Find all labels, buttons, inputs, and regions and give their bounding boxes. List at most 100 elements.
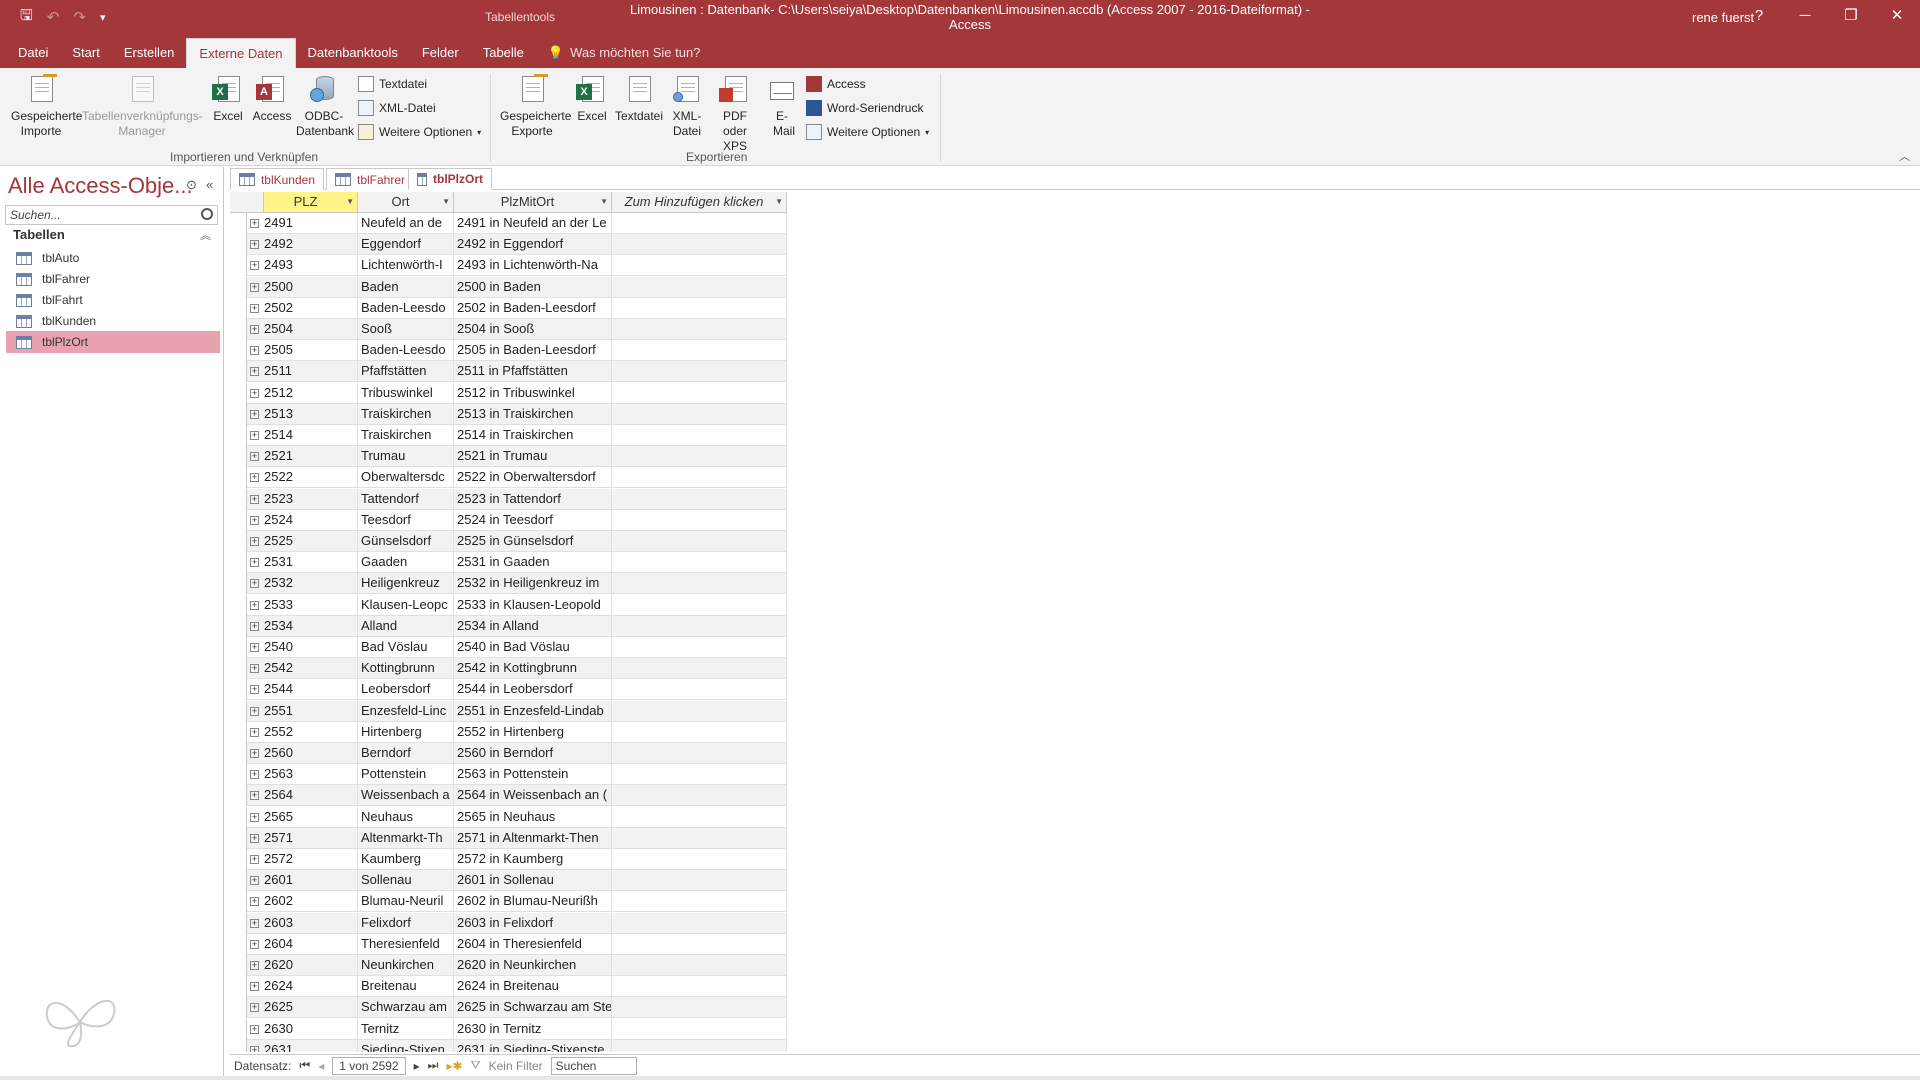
cell-add-field[interactable] — [612, 234, 787, 256]
cell-plzmitort[interactable]: 2504 in Sooß — [454, 319, 612, 340]
cell-ort[interactable]: Pfaffstätten — [358, 361, 454, 383]
cell-plz[interactable]: 2492 — [264, 234, 358, 256]
cell-plzmitort[interactable]: 2604 in Theresienfeld — [454, 933, 612, 955]
cell-plzmitort[interactable]: 2491 in Neufeld an der Le — [454, 213, 612, 234]
next-record-icon[interactable]: ▸ — [414, 1059, 420, 1073]
record-selector[interactable] — [230, 531, 247, 552]
cell-plzmitort[interactable]: 2505 in Baden-Leesdorf — [454, 340, 612, 362]
nav-pane-title[interactable]: Alle Access-Obje... — [8, 173, 193, 199]
cell-ort[interactable]: Neunkirchen — [358, 955, 454, 976]
cell-plzmitort[interactable]: 2560 in Berndorf — [454, 743, 612, 764]
cell-add-field[interactable] — [612, 594, 787, 616]
record-selector[interactable] — [230, 403, 247, 425]
cell-add-field[interactable] — [612, 721, 787, 743]
expand-subdatasheet-icon[interactable]: + — [250, 621, 259, 631]
cell-add-field[interactable] — [612, 213, 787, 234]
cell-plz[interactable]: 2521 — [264, 446, 358, 468]
cell-add-field[interactable] — [612, 870, 787, 892]
cell-plzmitort[interactable]: 2631 in Sieding-Stixenste — [454, 1039, 612, 1052]
expand-subdatasheet-icon[interactable]: + — [250, 939, 259, 949]
cell-plzmitort[interactable]: 2521 in Trumau — [454, 446, 612, 468]
record-selector[interactable] — [230, 743, 247, 764]
table-row[interactable]: +2524 Teesdorf 2524 in Teesdorf — [230, 509, 787, 531]
cell-plzmitort[interactable]: 2603 in Felixdorf — [454, 912, 612, 934]
cell-plz[interactable]: 2502 — [264, 297, 358, 319]
cell-plzmitort[interactable]: 2493 in Lichtenwörth-Na — [454, 255, 612, 277]
record-selector[interactable] — [230, 594, 247, 616]
cell-ort[interactable]: Baden-Leesdo — [358, 297, 454, 319]
table-row[interactable]: +2624 Breitenau 2624 in Breitenau — [230, 976, 787, 998]
saved-exports-button[interactable]: Gespeicherte Exporte — [494, 68, 571, 139]
cell-add-field[interactable] — [612, 361, 787, 383]
export-email-button[interactable]: E-Mail — [762, 68, 802, 139]
cell-plzmitort[interactable]: 2563 in Pottenstein — [454, 764, 612, 786]
cell-plzmitort[interactable]: 2620 in Neunkirchen — [454, 955, 612, 976]
undo-icon[interactable]: ↶ — [47, 8, 60, 26]
cell-plz[interactable]: 2514 — [264, 425, 358, 446]
cell-ort[interactable]: Teesdorf — [358, 509, 454, 531]
expand-subdatasheet-icon[interactable]: + — [250, 982, 259, 992]
cell-plz[interactable]: 2511 — [264, 361, 358, 383]
cell-ort[interactable]: Tribuswinkel — [358, 382, 454, 404]
column-header-plzmitort[interactable]: PlzMitOrt ▼ — [454, 192, 612, 213]
record-selector[interactable] — [230, 276, 247, 298]
filter-status[interactable]: Kein Filter — [489, 1059, 543, 1073]
table-row[interactable]: +2504 Sooß 2504 in Sooß — [230, 319, 787, 340]
table-row[interactable]: +2534 Alland 2534 in Alland — [230, 615, 787, 637]
cell-plzmitort[interactable]: 2540 in Bad Vöslau — [454, 637, 612, 658]
cell-plz[interactable]: 2563 — [264, 764, 358, 786]
cell-plzmitort[interactable]: 2571 in Altenmarkt-Then — [454, 827, 612, 849]
cell-plzmitort[interactable]: 2531 in Gaaden — [454, 552, 612, 574]
cell-plzmitort[interactable]: 2492 in Eggendorf — [454, 234, 612, 256]
cell-add-field[interactable] — [612, 425, 787, 446]
column-header-add-field[interactable]: Zum Hinzufügen klicken ▼ — [612, 192, 787, 213]
nav-item-tblfahrt[interactable]: tblFahrt — [6, 289, 220, 311]
table-row[interactable]: +2601 Sollenau 2601 in Sollenau — [230, 870, 787, 892]
table-row[interactable]: +2551 Enzesfeld-Linc 2551 in Enzesfeld-Lin… — [230, 700, 787, 722]
nav-item-tblfahrer[interactable]: tblFahrer — [6, 268, 220, 290]
table-row[interactable]: +2522 Oberwaltersdc 2522 in Oberwaltersdor… — [230, 467, 787, 489]
cell-ort[interactable]: Altenmarkt-Th — [358, 827, 454, 849]
cell-add-field[interactable] — [612, 467, 787, 489]
cell-ort[interactable]: Felixdorf — [358, 912, 454, 934]
cell-plzmitort[interactable]: 2551 in Enzesfeld-Lindab — [454, 700, 612, 722]
cell-plz[interactable]: 2524 — [264, 509, 358, 531]
table-row[interactable]: +2513 Traiskirchen 2513 in Traiskirchen — [230, 403, 787, 425]
table-row[interactable]: +2604 Theresienfeld 2604 in Theresienfeld — [230, 933, 787, 955]
record-selector[interactable] — [230, 806, 247, 828]
expand-subdatasheet-icon[interactable]: + — [250, 749, 259, 758]
sort-filter-icon[interactable]: ▼ — [442, 192, 450, 212]
export-excel-button[interactable]: X Excel — [570, 68, 614, 124]
record-selector[interactable] — [230, 255, 247, 277]
import-xml-file-button[interactable]: XML-Datei — [358, 100, 436, 116]
tab-erstellen[interactable]: Erstellen — [112, 38, 187, 68]
cell-plzmitort[interactable]: 2552 in Hirtenberg — [454, 721, 612, 743]
cell-add-field[interactable] — [612, 997, 787, 1019]
cell-ort[interactable]: Neuhaus — [358, 806, 454, 828]
cell-add-field[interactable] — [612, 403, 787, 425]
cell-add-field[interactable] — [612, 615, 787, 637]
cell-plzmitort[interactable]: 2572 in Kaumberg — [454, 849, 612, 870]
cell-plzmitort[interactable]: 2502 in Baden-Leesdorf — [454, 297, 612, 319]
table-row[interactable]: +2533 Klausen-Leopc 2533 in Klausen-Leopol… — [230, 594, 787, 616]
expand-subdatasheet-icon[interactable]: + — [250, 812, 259, 822]
cell-plzmitort[interactable]: 2525 in Günselsdorf — [454, 531, 612, 552]
table-row[interactable]: +2491 Neufeld an de 2491 in Neufeld an der… — [230, 213, 787, 234]
expand-subdatasheet-icon[interactable]: + — [250, 579, 259, 589]
cell-plz[interactable]: 2601 — [264, 870, 358, 892]
table-row[interactable]: +2631 Sieding-Stixen 2631 in Sieding-Stixe… — [230, 1039, 787, 1052]
table-row[interactable]: +2531 Gaaden 2531 in Gaaden — [230, 552, 787, 574]
expand-subdatasheet-icon[interactable]: + — [250, 833, 259, 843]
collapse-group-icon[interactable]: ︽ — [200, 227, 211, 243]
expand-subdatasheet-icon[interactable]: + — [250, 664, 259, 674]
cell-plzmitort[interactable]: 2512 in Tribuswinkel — [454, 382, 612, 404]
cell-ort[interactable]: Theresienfeld — [358, 933, 454, 955]
cell-ort[interactable]: Ternitz — [358, 1018, 454, 1040]
cell-ort[interactable]: Heiligenkreuz — [358, 573, 454, 595]
cell-add-field[interactable] — [612, 340, 787, 362]
cell-add-field[interactable] — [612, 955, 787, 976]
cell-add-field[interactable] — [612, 1018, 787, 1040]
sort-filter-icon[interactable]: ▼ — [346, 192, 354, 212]
expand-subdatasheet-icon[interactable]: + — [250, 897, 259, 907]
cell-ort[interactable]: Hirtenberg — [358, 721, 454, 743]
